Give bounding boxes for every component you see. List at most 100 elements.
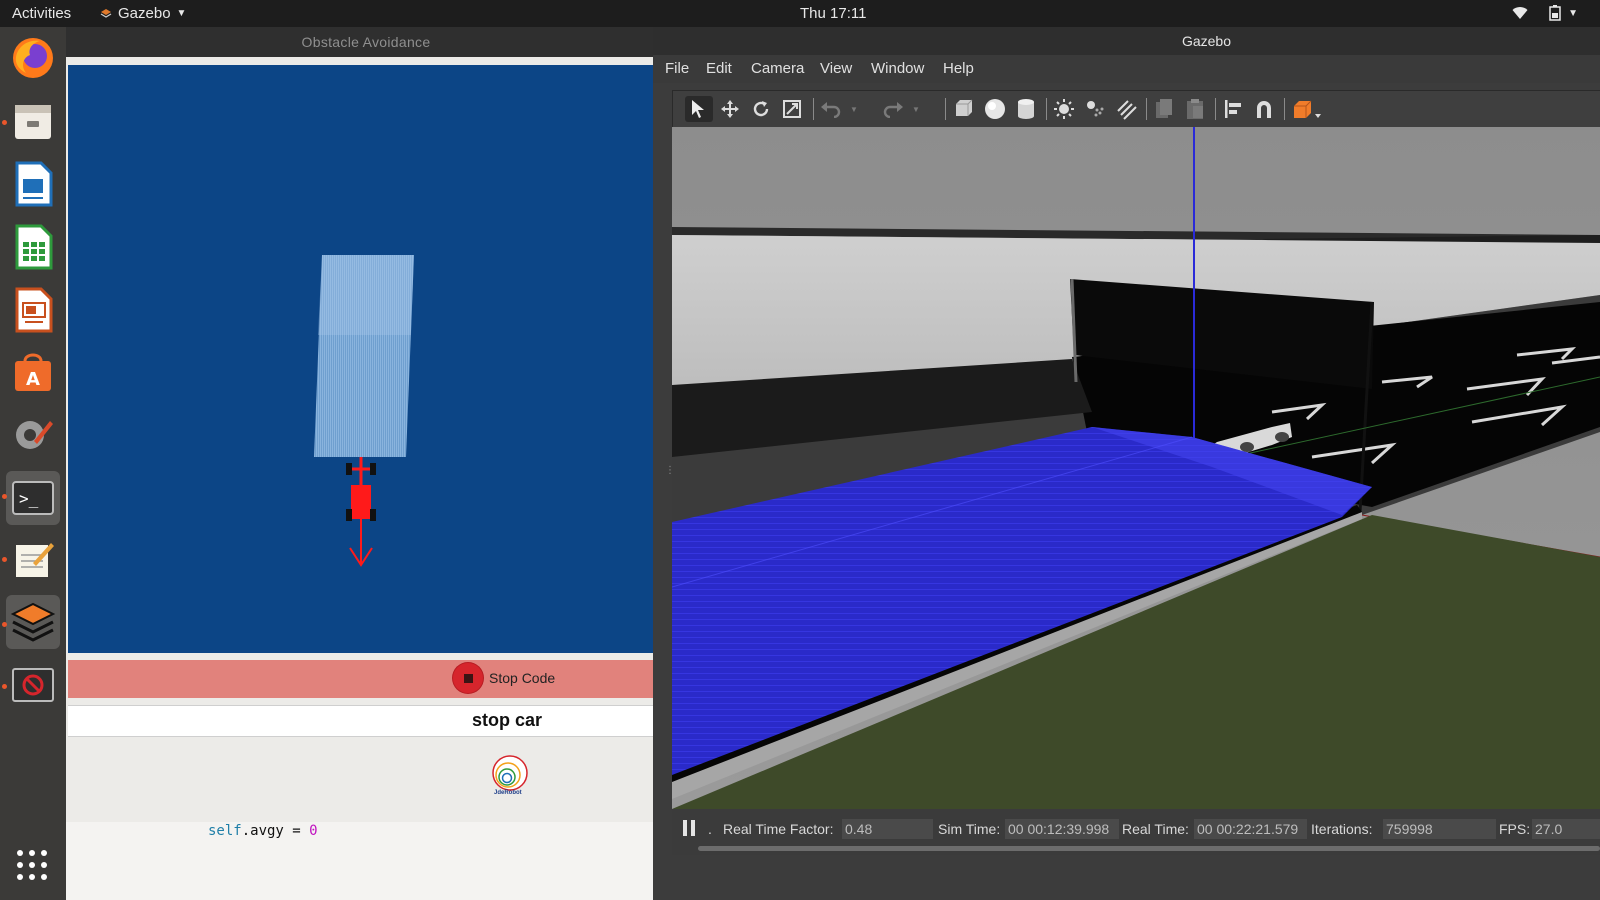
- magnet-icon: [1257, 101, 1271, 118]
- gazebo-icon: [10, 602, 56, 642]
- gazebo-window-title[interactable]: Gazebo: [653, 27, 1600, 55]
- copy-button[interactable]: [1150, 96, 1178, 122]
- pointer-icon: [692, 100, 704, 118]
- undo-icon: [821, 102, 841, 118]
- redo-button[interactable]: [879, 96, 907, 122]
- battery-icon: [1549, 5, 1561, 21]
- obstacle-window-title[interactable]: Obstacle Avoidance: [66, 27, 666, 57]
- rotate-mode-button[interactable]: [747, 96, 775, 122]
- system-tray[interactable]: ▼: [1512, 5, 1578, 21]
- view-angle-icon: [1294, 100, 1321, 118]
- code-editor[interactable]: [66, 822, 666, 900]
- snap-button[interactable]: [1250, 96, 1278, 122]
- running-indicator: [2, 494, 7, 499]
- dock-impress[interactable]: [6, 283, 60, 337]
- menu-camera[interactable]: Camera: [751, 60, 804, 77]
- move-icon: [721, 100, 739, 118]
- scale-icon: [783, 100, 801, 118]
- dock-terminal[interactable]: >_: [6, 471, 60, 525]
- paste-icon: [1187, 99, 1203, 119]
- activities-button[interactable]: Activities: [12, 5, 71, 22]
- redo-history-button[interactable]: ▼: [909, 96, 923, 122]
- status-row: [68, 705, 666, 737]
- iterations-label: Iterations:: [1311, 821, 1373, 837]
- paste-button[interactable]: [1181, 96, 1209, 122]
- dock-software[interactable]: A: [6, 346, 60, 400]
- dock-gazebo[interactable]: [6, 595, 60, 649]
- software-center-icon: A: [15, 353, 51, 391]
- pane-splitter[interactable]: ⋮: [665, 465, 675, 485]
- stop-code-button[interactable]: Stop Code: [453, 663, 555, 693]
- iterations-value: 759998: [1383, 819, 1496, 839]
- copy-icon: [1156, 99, 1172, 118]
- redo-icon: [883, 102, 903, 118]
- rotate-icon: [753, 101, 769, 117]
- app-name: Gazebo: [118, 5, 171, 22]
- dock-calc[interactable]: [6, 220, 60, 274]
- app-menu[interactable]: Gazebo ▼: [100, 5, 186, 22]
- gazebo-small-icon: [100, 8, 112, 18]
- dock-firefox[interactable]: [6, 31, 60, 85]
- top-bar: Activities Gazebo ▼ Thu 17:11 ▼: [0, 0, 1600, 27]
- directional-light-button[interactable]: [1112, 96, 1140, 122]
- undo-history-button[interactable]: ▼: [847, 96, 861, 122]
- pause-icon: [683, 820, 695, 836]
- gazebo-menubar: File Edit Camera View Window Help: [653, 55, 1600, 83]
- box-icon: [956, 99, 973, 116]
- dock-writer[interactable]: [6, 157, 60, 211]
- fps-label: FPS:: [1499, 821, 1531, 837]
- sim-time-label: Sim Time:: [938, 821, 1001, 837]
- menu-file[interactable]: File: [665, 60, 689, 77]
- status-text: stop car: [472, 710, 543, 730]
- spotlight-icon: [1087, 101, 1104, 117]
- menu-edit[interactable]: Edit: [706, 60, 732, 77]
- dock-app-blocked[interactable]: [6, 658, 60, 712]
- stop-bar: [68, 660, 666, 698]
- laser-canvas: [68, 65, 666, 653]
- svg-text:>_: >_: [19, 489, 39, 508]
- impress-icon: [15, 287, 53, 333]
- cylinder-shape-button[interactable]: [1012, 96, 1040, 122]
- scale-mode-button[interactable]: [778, 96, 806, 122]
- sim-time-value: 00 00:12:39.998: [1005, 819, 1119, 839]
- running-indicator: [2, 622, 7, 627]
- menu-help[interactable]: Help: [943, 60, 974, 77]
- translate-mode-button[interactable]: [716, 96, 744, 122]
- running-indicator: [2, 557, 7, 562]
- code-line: self.avgy = 0: [208, 823, 318, 839]
- undo-button[interactable]: [817, 96, 845, 122]
- dock-settings[interactable]: [6, 407, 60, 461]
- sphere-icon: [985, 99, 1005, 119]
- point-light-button[interactable]: [1050, 96, 1078, 122]
- dock: A >_: [0, 27, 66, 900]
- files-icon: [15, 105, 51, 139]
- dock-text-editor[interactable]: [6, 532, 60, 586]
- real-time-label: Real Time:: [1122, 821, 1189, 837]
- sun-icon: [1054, 99, 1074, 119]
- spot-light-button[interactable]: [1081, 96, 1109, 122]
- dock-files[interactable]: [6, 94, 60, 148]
- align-button[interactable]: [1219, 96, 1247, 122]
- rtf-value: 0.48: [842, 819, 933, 839]
- align-icon: [1225, 100, 1241, 118]
- cylinder-icon: [1018, 99, 1034, 119]
- firefox-icon: [13, 38, 53, 78]
- pause-button[interactable]: [682, 819, 696, 840]
- no-entry-icon: [12, 668, 54, 702]
- running-indicator: [2, 684, 7, 689]
- settings-icon: [16, 421, 53, 449]
- horizontal-scrollbar[interactable]: [698, 846, 1600, 851]
- clock[interactable]: Thu 17:11: [800, 5, 866, 22]
- view-angle-button[interactable]: [1290, 96, 1324, 122]
- show-applications-icon[interactable]: [14, 847, 50, 883]
- select-mode-button[interactable]: [685, 96, 713, 122]
- menu-view[interactable]: View: [820, 60, 852, 77]
- fps-value: 27.0: [1532, 819, 1600, 839]
- menu-window[interactable]: Window: [871, 60, 924, 77]
- box-shape-button[interactable]: [949, 96, 977, 122]
- sphere-shape-button[interactable]: [981, 96, 1009, 122]
- gazebo-3d-viewport[interactable]: [672, 127, 1600, 809]
- wifi-icon: [1512, 7, 1528, 20]
- laser-visualization: [314, 255, 414, 567]
- directional-light-icon: [1117, 100, 1137, 120]
